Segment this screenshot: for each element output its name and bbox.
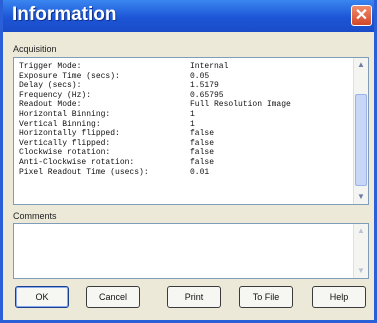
acquisition-row-key: Clockwise rotation: (19, 148, 111, 158)
title-bar[interactable]: Information ✕ (3, 0, 374, 32)
ok-button[interactable]: OK (15, 286, 69, 308)
acquisition-row-value: Full Resolution Image (190, 100, 291, 110)
acquisition-row-key: Pixel Readout Time (usecs): (19, 167, 149, 177)
acquisition-scrollbar[interactable]: ▲ ▼ (353, 58, 368, 204)
acquisition-row-value: false (190, 129, 215, 139)
acquisition-row: Vertically flipped: false (19, 139, 291, 149)
acquisition-textbox[interactable]: Trigger Mode: Internal Exposure Time (secs… (13, 57, 369, 205)
information-dialog: Information ✕ Acquisition Trigger Mode: I… (0, 0, 377, 323)
acquisition-row: Pixel Readout Time (usecs): 0.01 (19, 168, 291, 178)
scroll-up-icon[interactable]: ▲ (354, 224, 368, 238)
acquisition-row-value: Internal (190, 62, 229, 71)
acquisition-row-key: Frequency (Hz): (19, 90, 92, 100)
close-icon[interactable]: ✕ (351, 5, 372, 26)
acquisition-row-value: 1.5179 (190, 81, 219, 91)
acquisition-row-key: Readout Mode: (19, 100, 82, 110)
acquisition-row-value: 1 (190, 119, 195, 129)
acquisition-row: Trigger Mode: Internal (19, 62, 291, 72)
comments-scrollbar[interactable]: ▲ ▼ (353, 224, 368, 278)
comments-label: Comments (13, 211, 57, 221)
acquisition-row-value: false (190, 138, 215, 148)
acquisition-label: Acquisition (13, 44, 57, 54)
acquisition-row: Horizontally flipped: false (19, 129, 291, 139)
acquisition-row-key: Vertical Binning: (19, 119, 101, 129)
acquisition-row-value: 0.05 (190, 71, 210, 81)
acquisition-row-value: 0.65795 (190, 90, 224, 100)
acquisition-row: Readout Mode: Full Resolution Image (19, 100, 291, 110)
acquisition-row-value: 0.01 (190, 167, 210, 177)
scroll-thumb[interactable] (355, 94, 367, 187)
acquisition-row: Horizontal Binning: 1 (19, 110, 291, 120)
acquisition-row: Vertical Binning: 1 (19, 120, 291, 130)
window-title: Information (12, 4, 117, 25)
acquisition-row-key: Trigger Mode: (19, 62, 82, 71)
acquisition-row-key: Vertically flipped: (19, 138, 111, 148)
acquisition-row: Exposure Time (secs): 0.05 (19, 72, 291, 82)
acquisition-row-key: Horizontally flipped: (19, 129, 120, 139)
scroll-down-icon[interactable]: ▼ (354, 190, 368, 204)
comments-textbox[interactable]: ▲ ▼ (13, 223, 369, 279)
acquisition-rows: Trigger Mode: Internal Exposure Time (secs… (19, 62, 291, 177)
acquisition-row: Anti-Clockwise rotation: false (19, 158, 291, 168)
acquisition-row: Frequency (Hz): 0.65795 (19, 91, 291, 101)
print-button[interactable]: Print (167, 286, 221, 308)
acquisition-row-key: Anti-Clockwise rotation: (19, 157, 135, 167)
help-button[interactable]: Help (312, 286, 366, 308)
acquisition-row-value: false (190, 148, 215, 158)
acquisition-row-key: Delay (secs): (19, 81, 82, 91)
scroll-up-icon[interactable]: ▲ (354, 58, 368, 72)
acquisition-row: Delay (secs): 1.5179 (19, 81, 291, 91)
acquisition-row: Clockwise rotation: false (19, 148, 291, 158)
scroll-down-icon[interactable]: ▼ (354, 264, 368, 278)
acquisition-row-key: Horizontal Binning: (19, 109, 111, 119)
to-file-button[interactable]: To File (239, 286, 293, 308)
acquisition-row-value: false (190, 157, 215, 167)
cancel-button[interactable]: Cancel (86, 286, 140, 308)
acquisition-row-value: 1 (190, 109, 195, 119)
acquisition-row-key: Exposure Time (secs): (19, 71, 120, 81)
